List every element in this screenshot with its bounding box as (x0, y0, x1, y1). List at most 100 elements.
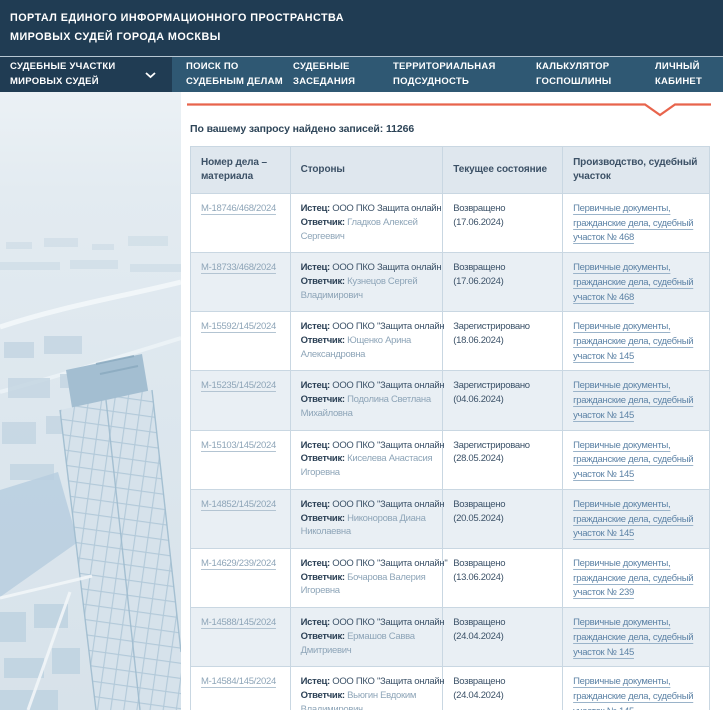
defendant-line: Ответчик: Гладков Алексей Сергеевич (301, 216, 437, 244)
plaintiff-label: Истец: (301, 440, 330, 451)
table-row: М-14584/145/2024 Истец: ООО ПКО "Защита … (191, 667, 710, 710)
plaintiff-line: Истец: ООО ПКО "Защита онлайн (301, 675, 437, 689)
case-number-link[interactable]: М-15235/145/2024 (201, 380, 276, 391)
defendant-line: Ответчик: Ермашов Савва Дмитриевич (301, 630, 437, 658)
plaintiff-name: ООО ПКО "Защита онлайн (332, 676, 444, 687)
portal-page: ПОРТАЛ ЕДИНОГО ИНФОРМАЦИОННОГО ПРОСТРАНС… (0, 0, 723, 710)
case-number-link[interactable]: М-14852/145/2024 (201, 499, 276, 510)
plaintiff-line: Истец: ООО ПКО "Защита онлайн (301, 379, 437, 393)
city-background-image (0, 92, 181, 710)
nav-item-fee-calculator[interactable]: КАЛЬКУЛЯТОР ГОСПОШЛИНЫ (536, 57, 655, 92)
plaintiff-line: Истец: ООО ПКО "Защита онлайн (301, 320, 437, 334)
table-row: М-15592/145/2024 Истец: ООО ПКО "Защита … (191, 312, 710, 371)
plaintiff-label: Истец: (301, 203, 330, 214)
search-results-panel: По вашему запросу найдено записей: 11266… (181, 92, 723, 710)
cases-table: Номер дела – материала Стороны Текущее с… (190, 146, 710, 710)
case-status: Зарегистрировано (04.06.2024) (453, 380, 530, 405)
plaintiff-name: ООО ПКО "Защита онлайн (332, 440, 444, 451)
results-count: 11266 (386, 123, 414, 135)
proceeding-link[interactable]: Первичные документы, гражданские дела, с… (573, 557, 703, 601)
nav-item-personal-cabinet[interactable]: ЛИЧНЫЙ КАБИНЕТ (655, 57, 723, 92)
table-row: М-14588/145/2024 Истец: ООО ПКО "Защита … (191, 608, 710, 667)
plaintiff-line: Истец: ООО ПКО "Защита онлайн (301, 439, 437, 453)
plaintiff-line: Истец: ООО ПКО Защита онлайн (301, 202, 437, 216)
table-row: М-18733/468/2024 Истец: ООО ПКО Защита о… (191, 253, 710, 312)
proceeding-link[interactable]: Первичные документы, гражданские дела, с… (573, 616, 703, 660)
plaintiff-label: Истец: (301, 617, 330, 628)
plaintiff-name: ООО ПКО "Защита онлайн (332, 499, 444, 510)
nav-label: КАЛЬКУЛЯТОР (536, 60, 655, 75)
nav-label: ТЕРРИТОРИАЛЬНАЯ (393, 60, 536, 75)
proceeding-link[interactable]: Первичные документы, гражданские дела, с… (573, 675, 703, 710)
defendant-label: Ответчик: (301, 572, 345, 583)
plaintiff-name: ООО ПКО "Защита онлайн (332, 617, 444, 628)
proceeding-link[interactable]: Первичные документы, гражданские дела, с… (573, 261, 703, 305)
proceeding-link[interactable]: Первичные документы, гражданские дела, с… (573, 498, 703, 542)
case-status: Зарегистрировано (18.06.2024) (453, 321, 530, 346)
results-summary-label: По вашему запросу найдено записей: (190, 123, 383, 135)
table-row: М-14629/239/2024 Истец: ООО ПКО "Защита … (191, 548, 710, 607)
case-number-link[interactable]: М-18746/468/2024 (201, 203, 276, 214)
table-row: М-14852/145/2024 Истец: ООО ПКО "Защита … (191, 489, 710, 548)
active-tab-indicator (187, 103, 715, 119)
nav-label: ЗАСЕДАНИЯ (293, 75, 393, 90)
nav-label: ПОДСУДНОСТЬ (393, 75, 536, 90)
case-status: Возвращено (17.06.2024) (453, 203, 505, 228)
table-row: М-15235/145/2024 Истец: ООО ПКО "Защита … (191, 371, 710, 430)
table-row: М-15103/145/2024 Истец: ООО ПКО "Защита … (191, 430, 710, 489)
proceeding-link[interactable]: Первичные документы, гражданские дела, с… (573, 202, 703, 246)
case-number-link[interactable]: М-18733/468/2024 (201, 262, 276, 273)
defendant-label: Ответчик: (301, 513, 345, 524)
proceeding-link[interactable]: Первичные документы, гражданские дела, с… (573, 320, 703, 364)
defendant-line: Ответчик: Кузнецов Сергей Владимирович (301, 275, 437, 303)
sidebar-city-photo (0, 92, 181, 710)
case-status: Возвращено (13.06.2024) (453, 558, 505, 583)
plaintiff-line: Истец: ООО ПКО "Защита онлайн" (301, 557, 437, 571)
plaintiff-line: Истец: ООО ПКО "Защита онлайн (301, 498, 437, 512)
defendant-label: Ответчик: (301, 276, 345, 287)
plaintiff-label: Истец: (301, 380, 330, 391)
nav-label: ГОСПОШЛИНЫ (536, 75, 655, 90)
defendant-line: Ответчик: Подолина Светлана Михайловна (301, 393, 437, 421)
nav-spacer (172, 57, 186, 92)
case-number-link[interactable]: М-14588/145/2024 (201, 617, 276, 628)
plaintiff-label: Истец: (301, 262, 330, 273)
defendant-line: Ответчик: Киселева Анастасия Игоревна (301, 452, 437, 480)
nav-label: ПОИСК ПО (186, 60, 293, 75)
nav-item-court-districts[interactable]: СУДЕБНЫЕ УЧАСТКИ МИРОВЫХ СУДЕЙ (0, 57, 172, 92)
plaintiff-name: ООО ПКО "Защита онлайн (332, 321, 444, 332)
defendant-label: Ответчик: (301, 217, 345, 228)
proceeding-link[interactable]: Первичные документы, гражданские дела, с… (573, 379, 703, 423)
chevron-down-icon (145, 70, 156, 85)
table-header-row: Номер дела – материала Стороны Текущее с… (191, 147, 710, 194)
column-header-parties: Стороны (290, 147, 443, 194)
defendant-line: Ответчик: Бочарова Валерия Игоревна (301, 571, 437, 599)
case-number-link[interactable]: М-15592/145/2024 (201, 321, 276, 332)
defendant-line: Ответчик: Никонорова Диана Николаевна (301, 512, 437, 540)
plaintiff-name: ООО ПКО "Защита онлайн (332, 380, 444, 391)
site-header: ПОРТАЛ ЕДИНОГО ИНФОРМАЦИОННОГО ПРОСТРАНС… (0, 0, 723, 56)
case-table-body: М-18746/468/2024 Истец: ООО ПКО Защита о… (191, 194, 710, 710)
defendant-label: Ответчик: (301, 335, 345, 346)
case-status: Возвращено (24.04.2024) (453, 617, 505, 642)
plaintiff-label: Истец: (301, 558, 330, 569)
case-number-link[interactable]: М-14584/145/2024 (201, 676, 276, 687)
defendant-label: Ответчик: (301, 394, 345, 405)
nav-label: КАБИНЕТ (655, 75, 723, 90)
column-header-case-number: Номер дела – материала (191, 147, 291, 194)
case-status: Возвращено (24.04.2024) (453, 676, 505, 701)
nav-label: ЛИЧНЫЙ (655, 60, 723, 75)
nav-item-court-sessions[interactable]: СУДЕБНЫЕ ЗАСЕДАНИЯ (293, 57, 393, 92)
case-status: Возвращено (17.06.2024) (453, 262, 505, 287)
nav-item-case-search[interactable]: ПОИСК ПО СУДЕБНЫМ ДЕЛАМ (186, 57, 293, 92)
case-number-link[interactable]: М-15103/145/2024 (201, 440, 276, 451)
plaintiff-line: Истец: ООО ПКО "Защита онлайн (301, 616, 437, 630)
case-number-link[interactable]: М-14629/239/2024 (201, 558, 276, 569)
plaintiff-name: ООО ПКО Защита онлайн (332, 203, 441, 214)
nav-item-territorial-jurisdiction[interactable]: ТЕРРИТОРИАЛЬНАЯ ПОДСУДНОСТЬ (393, 57, 536, 92)
table-row: М-18746/468/2024 Истец: ООО ПКО Защита о… (191, 194, 710, 253)
column-header-status: Текущее состояние (443, 147, 563, 194)
case-status: Возвращено (20.05.2024) (453, 499, 505, 524)
defendant-line: Ответчик: Вьюгин Евдоким Владимирович (301, 689, 437, 710)
proceeding-link[interactable]: Первичные документы, гражданские дела, с… (573, 439, 703, 483)
